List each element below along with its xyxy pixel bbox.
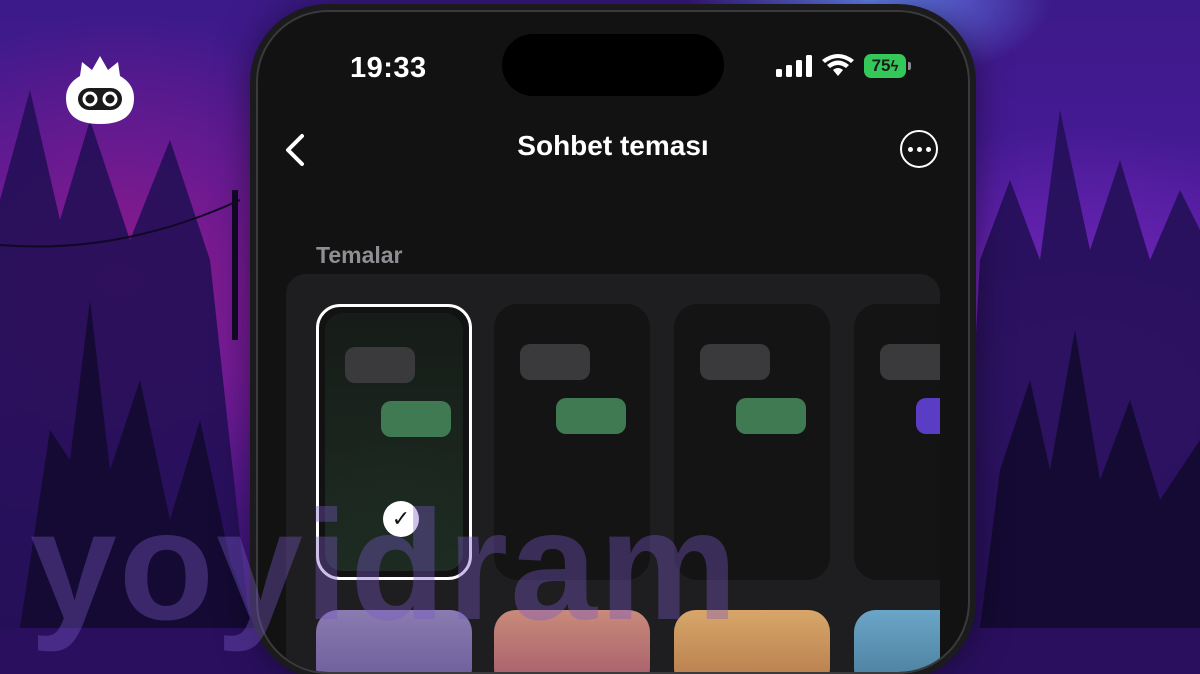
selected-check-icon: ✓	[383, 501, 419, 537]
theme-card-dark-3[interactable]	[854, 304, 940, 580]
theme-card-row2-3[interactable]	[674, 610, 830, 672]
ellipsis-dot	[925, 146, 931, 152]
incoming-bubble	[345, 347, 415, 383]
incoming-bubble	[880, 344, 940, 380]
dynamic-island	[502, 34, 724, 96]
battery-indicator: 75 ϟ	[864, 54, 911, 78]
theme-card-forest[interactable]: ✓	[316, 304, 472, 580]
incoming-bubble	[700, 344, 770, 380]
theme-card-row2-2[interactable]	[494, 610, 650, 672]
more-options-button[interactable]	[900, 130, 938, 168]
incoming-bubble	[520, 344, 590, 380]
ellipsis-dot	[916, 146, 922, 152]
theme-preview	[674, 304, 830, 580]
phone-frame: 19:33 75 ϟ Sohbet teması Temalar ✓	[256, 10, 970, 674]
theme-card-row2-4[interactable]	[854, 610, 940, 672]
wifi-icon	[822, 54, 854, 76]
page-title: Sohbet teması	[517, 130, 709, 161]
outgoing-bubble	[916, 398, 940, 434]
theme-card-dark-2[interactable]	[674, 304, 830, 580]
outgoing-bubble	[736, 398, 806, 434]
theme-card-dark-1[interactable]	[494, 304, 650, 580]
ellipsis-dot	[907, 146, 913, 152]
theme-preview: ✓	[325, 313, 463, 571]
theme-card-row2-1[interactable]	[316, 610, 472, 672]
outgoing-bubble	[381, 401, 451, 437]
charging-bolt-icon: ϟ	[890, 57, 899, 75]
cellular-signal-icon	[776, 55, 812, 77]
theme-preview	[854, 304, 940, 580]
battery-level: 75	[871, 56, 891, 75]
themes-panel: ✓	[286, 274, 940, 672]
theme-preview	[494, 304, 650, 580]
app-logo	[66, 56, 134, 124]
themes-section-label: Temalar	[316, 242, 403, 268]
status-icons: 75 ϟ	[776, 54, 911, 78]
status-time: 19:33	[350, 52, 427, 84]
outgoing-bubble	[556, 398, 626, 434]
